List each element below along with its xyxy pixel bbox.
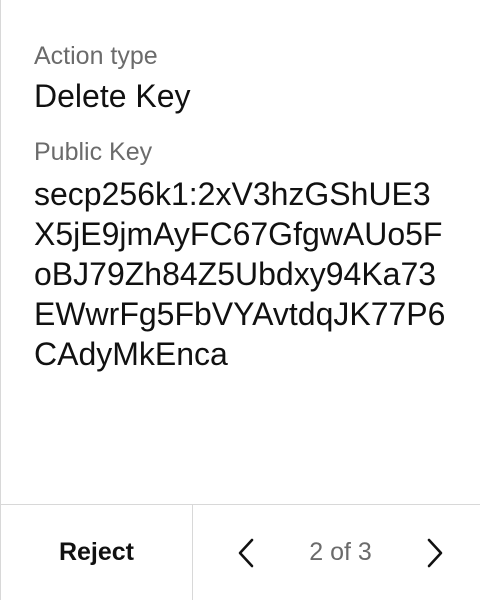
chevron-right-icon: [427, 538, 443, 567]
action-details: Action type Delete Key Public Key secp25…: [34, 40, 464, 374]
action-type-value: Delete Key: [34, 78, 191, 114]
reject-button[interactable]: Reject: [1, 505, 193, 600]
action-review-panel: Action type Delete Key Public Key secp25…: [0, 0, 480, 600]
public-key-value: secp256k1:2xV3hzGShUE3X5jE9jmAyFC67GfgwA…: [34, 176, 446, 372]
previous-page-button[interactable]: [231, 533, 261, 573]
public-key-label: Public Key: [34, 138, 153, 166]
next-page-button[interactable]: [420, 533, 450, 573]
chevron-left-icon: [238, 538, 254, 567]
page-indicator: 2 of 3: [309, 538, 372, 566]
action-type-label: Action type: [34, 42, 158, 70]
action-footer: Reject 2 of 3: [1, 504, 480, 600]
pagination-control: 2 of 3: [193, 505, 480, 600]
